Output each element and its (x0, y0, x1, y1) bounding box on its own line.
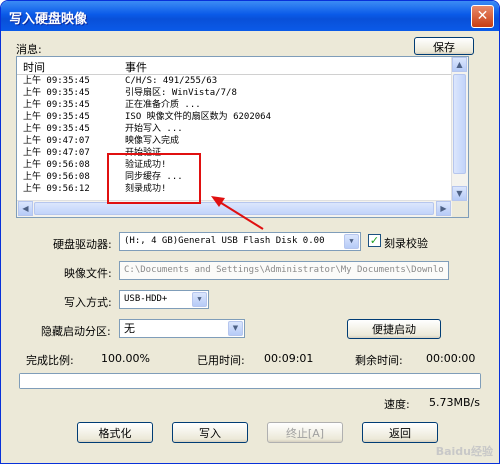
speed-value: 5.73MB/s (429, 396, 480, 409)
back-button[interactable]: 返回 (362, 422, 438, 443)
verify-label: 刻录校验 (384, 237, 428, 250)
remaining-label: 剩余时间: (355, 354, 403, 367)
speed-label: 速度: (384, 398, 410, 411)
baidu-watermark: Baidu经验 (435, 445, 493, 458)
progress-fill (20, 374, 480, 388)
checkmark-icon: ✓ (369, 234, 380, 247)
complete-value: 100.00% (101, 352, 150, 365)
write-mode-select[interactable]: USB-HDD+ ▼ (119, 290, 209, 309)
drive-select[interactable]: (H:, 4 GB)General USB Flash Disk 0.00 ▼ (119, 232, 361, 251)
write-button[interactable]: 写入 (172, 422, 248, 443)
progress-bar (19, 373, 481, 389)
drive-label: 硬盘驱动器: (53, 238, 112, 251)
hidden-partition-dropdown-icon[interactable]: ▼ (228, 321, 243, 336)
quick-boot-button[interactable]: 便捷启动 (347, 319, 441, 339)
drive-select-value: (H:, 4 GB)General USB Flash Disk 0.00 (124, 236, 325, 246)
elapsed-value: 00:09:01 (264, 352, 314, 365)
image-file-label: 映像文件: (64, 267, 112, 280)
write-mode-label: 写入方式: (64, 296, 112, 309)
write-disk-image-window: 写入硬盘映像 ✕ 消息: 保存 时间 事件 上午 09:35:45 C/H/S: … (0, 0, 500, 464)
image-file-value: C:\Documents and Settings\Administrator\… (124, 265, 444, 275)
hidden-partition-select[interactable]: 无 ▼ (119, 319, 245, 338)
format-button[interactable]: 格式化 (77, 422, 153, 443)
stop-button[interactable]: 终止[A] (267, 422, 343, 443)
elapsed-label: 已用时间: (197, 354, 245, 367)
verify-checkbox[interactable]: ✓ (368, 234, 381, 247)
image-file-field: C:\Documents and Settings\Administrator\… (119, 261, 449, 280)
remaining-value: 00:00:00 (426, 352, 476, 365)
drive-dropdown-icon[interactable]: ▼ (344, 234, 359, 249)
write-mode-value: USB-HDD+ (124, 294, 168, 304)
write-mode-dropdown-icon[interactable]: ▼ (192, 292, 207, 307)
hidden-partition-value: 无 (124, 322, 135, 335)
hidden-partition-label: 隐藏启动分区: (41, 325, 111, 338)
complete-label: 完成比例: (26, 354, 74, 367)
